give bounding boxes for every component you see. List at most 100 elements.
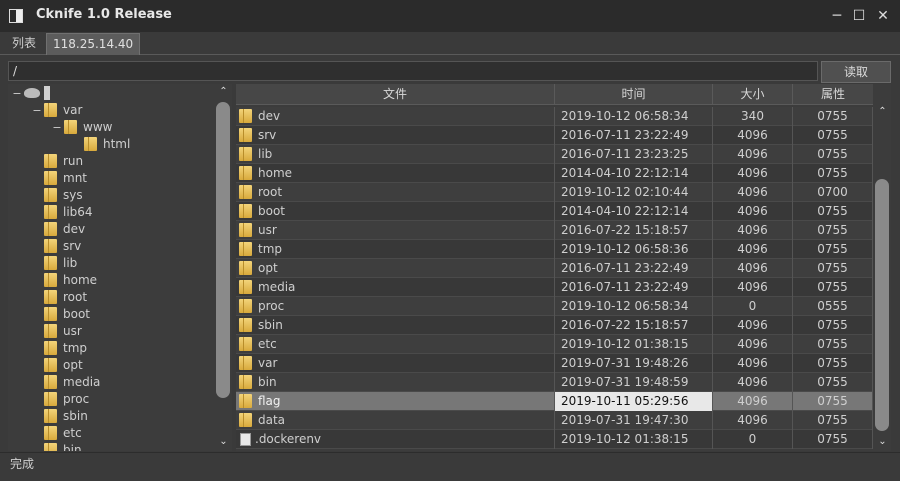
file-list-header: 文件 时间 大小 属性 [236, 84, 873, 105]
tree-item[interactable]: usr [30, 323, 82, 340]
folder-icon [44, 188, 57, 202]
tree-item-label: media [63, 375, 101, 389]
file-time-cell: 2016-07-22 15:18:57 [555, 221, 713, 240]
tree-item[interactable]: home [30, 272, 97, 289]
close-button[interactable]: ✕ [872, 6, 894, 26]
file-row[interactable]: srv 2016-07-11 23:22:49 4096 0755 [236, 126, 873, 145]
chevron-down-icon[interactable]: ⌄ [874, 434, 891, 450]
folder-icon [239, 147, 252, 161]
tree-item[interactable]: run [30, 153, 83, 170]
tree-item-label: dev [63, 222, 86, 236]
file-size-cell: 4096 [713, 278, 793, 297]
tree-item[interactable]: html [70, 136, 130, 153]
file-row[interactable]: home 2014-04-10 22:12:14 4096 0755 [236, 164, 873, 183]
folder-icon [44, 154, 57, 168]
tree-item[interactable]: media [30, 374, 100, 391]
tree-item[interactable]: tmp [30, 340, 87, 357]
file-row[interactable]: etc 2019-10-12 01:38:15 4096 0755 [236, 335, 873, 354]
file-scroll-thumb[interactable] [875, 179, 889, 431]
tree-expander[interactable]: − [10, 85, 24, 102]
file-row[interactable]: media 2016-07-11 23:22:49 4096 0755 [236, 278, 873, 297]
file-row[interactable]: bin 2019-07-31 19:48:59 4096 0755 [236, 373, 873, 392]
file-name: proc [258, 299, 285, 313]
tree-item[interactable]: boot [30, 306, 90, 323]
maximize-button[interactable]: ☐ [848, 6, 870, 26]
tree-item-label: boot [63, 307, 91, 321]
file-perm-cell: 0555 [793, 297, 873, 316]
tree-item[interactable]: bin [30, 442, 82, 451]
file-row[interactable]: dev 2019-10-12 06:58:34 340 0755 [236, 107, 873, 126]
tree-item[interactable]: − www [50, 119, 112, 136]
tree-item[interactable]: proc [30, 391, 89, 408]
folder-icon [239, 337, 252, 351]
file-size-cell: 4096 [713, 354, 793, 373]
file-row[interactable]: root 2019-10-12 02:10:44 4096 0700 [236, 183, 873, 202]
tree-item-label: sbin [63, 409, 88, 423]
tree-item-label: etc [63, 426, 82, 440]
folder-icon [44, 341, 57, 355]
tree-expander[interactable]: − [30, 102, 44, 119]
file-row[interactable]: data 2019-07-31 19:47:30 4096 0755 [236, 411, 873, 430]
file-time-cell: 2019-07-31 19:47:30 [555, 411, 713, 430]
folder-icon [239, 375, 252, 389]
tree-item[interactable]: lib64 [30, 204, 93, 221]
file-name: home [258, 166, 293, 180]
file-row[interactable]: .dockerenv 2019-10-12 01:38:15 0 0755 [236, 430, 873, 449]
file-size-cell: 4096 [713, 411, 793, 430]
tree-expander[interactable]: − [50, 119, 64, 136]
window-title: Cknife 1.0 Release [36, 7, 172, 22]
folder-icon [64, 120, 77, 134]
file-time-cell: 2016-07-11 23:22:49 [555, 259, 713, 278]
read-button[interactable]: 读取 [821, 61, 891, 83]
tree-item-label: html [103, 137, 131, 151]
file-name-cell: .dockerenv [236, 430, 555, 449]
chevron-up-icon[interactable]: ⌃ [215, 84, 232, 100]
column-header-time[interactable]: 时间 [555, 84, 713, 104]
tree-item-label: lib [63, 256, 78, 270]
tree-item[interactable]: root [30, 289, 87, 306]
folder-icon [44, 375, 57, 389]
status-bar [0, 452, 900, 481]
file-size-cell: 4096 [713, 145, 793, 164]
column-header-size[interactable]: 大小 [713, 84, 793, 104]
file-name: lib [258, 147, 273, 161]
file-name: srv [258, 128, 277, 142]
tree-item[interactable]: sys [30, 187, 83, 204]
chevron-down-icon[interactable]: ⌄ [215, 434, 232, 450]
file-row[interactable]: tmp 2019-10-12 06:58:36 4096 0755 [236, 240, 873, 259]
path-input[interactable]: / [8, 61, 818, 81]
chevron-up-icon[interactable]: ⌃ [874, 104, 891, 120]
file-perm-cell: 0755 [793, 164, 873, 183]
tree-item-label: bin [63, 443, 82, 451]
file-row[interactable]: sbin 2016-07-22 15:18:57 4096 0755 [236, 316, 873, 335]
tree-item[interactable]: sbin [30, 408, 88, 425]
file-size-cell: 4096 [713, 221, 793, 240]
tree-item[interactable]: srv [30, 238, 81, 255]
minimize-button[interactable]: ─ [826, 6, 848, 26]
tree-item[interactable]: − var [30, 102, 82, 119]
column-header-perm[interactable]: 属性 [793, 84, 873, 104]
tree-item[interactable]: etc [30, 425, 82, 442]
tree-item[interactable]: mnt [30, 170, 87, 187]
file-row[interactable]: lib 2016-07-11 23:23:25 4096 0755 [236, 145, 873, 164]
file-time-cell: 2019-10-12 06:58:34 [555, 107, 713, 126]
file-perm-cell: 0755 [793, 430, 873, 449]
file-row[interactable]: boot 2014-04-10 22:12:14 4096 0755 [236, 202, 873, 221]
file-row[interactable]: var 2019-07-31 19:48:26 4096 0755 [236, 354, 873, 373]
file-row[interactable]: usr 2016-07-22 15:18:57 4096 0755 [236, 221, 873, 240]
file-name-cell: media [236, 278, 555, 297]
file-time-cell: 2019-10-11 05:29:56 [555, 392, 713, 411]
tree-item-label: srv [63, 239, 82, 253]
file-row[interactable]: flag 2019-10-11 05:29:56 4096 0755 [236, 392, 873, 411]
tab-host[interactable]: 118.25.14.40 [46, 33, 140, 55]
file-row[interactable]: opt 2016-07-11 23:22:49 4096 0755 [236, 259, 873, 278]
tree-item[interactable]: opt [30, 357, 83, 374]
tree-item[interactable]: lib [30, 255, 77, 272]
tree-item[interactable]: − / [10, 85, 51, 102]
directory-tree[interactable]: − / − var − www html run mnt sys lib64 dev srv lib hom… [8, 84, 232, 451]
file-time-cell: 2014-04-10 22:12:14 [555, 164, 713, 183]
column-header-name[interactable]: 文件 [236, 84, 555, 104]
tree-scroll-thumb[interactable] [216, 102, 230, 398]
tree-item[interactable]: dev [30, 221, 85, 238]
file-row[interactable]: proc 2019-10-12 06:58:34 0 0555 [236, 297, 873, 316]
